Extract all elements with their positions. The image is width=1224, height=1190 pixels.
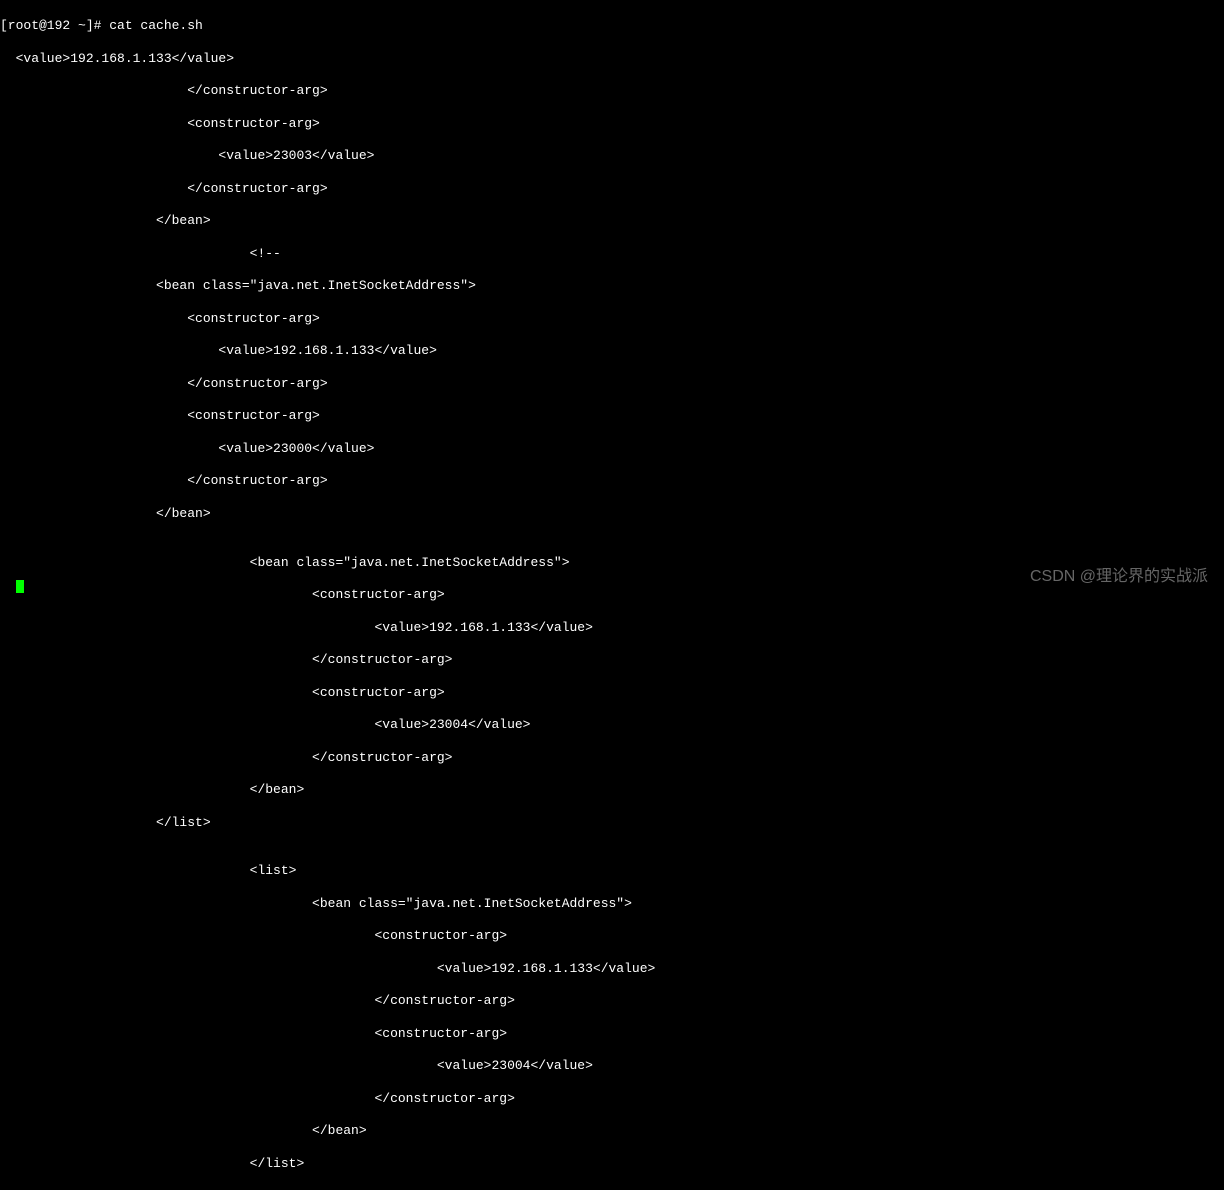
terminal-line: </bean> [0,213,1224,229]
terminal-line: <constructor-arg> [0,311,1224,327]
terminal-line: <constructor-arg> [0,116,1224,132]
terminal-line: <list> [0,863,1224,879]
terminal-line: <value>192.168.1.133</value> [0,343,1224,359]
terminal-output[interactable]: [root@192 ~]# cat cache.sh <value>192.16… [0,0,1224,1190]
terminal-line: </constructor-arg> [0,83,1224,99]
terminal-line: </bean> [0,1123,1224,1139]
terminal-line: <value>23004</value> [0,1058,1224,1074]
terminal-line: </constructor-arg> [0,181,1224,197]
terminal-line: </bean> [0,782,1224,798]
terminal-line: <bean class="java.net.InetSocketAddress"… [0,278,1224,294]
terminal-line: </constructor-arg> [0,473,1224,489]
terminal-line: <value>192.168.1.133</value> [0,51,1224,67]
terminal-line: </constructor-arg> [0,652,1224,668]
terminal-prompt-line: [root@192 ~]# cat cache.sh [0,18,1224,34]
terminal-line: <constructor-arg> [0,1026,1224,1042]
terminal-line: </constructor-arg> [0,750,1224,766]
terminal-line: </constructor-arg> [0,376,1224,392]
terminal-line: <!-- [0,246,1224,262]
terminal-line: <constructor-arg> [0,685,1224,701]
terminal-line: <value>192.168.1.133</value> [0,961,1224,977]
cursor-indicator [16,580,24,593]
terminal-line: </constructor-arg> [0,993,1224,1009]
terminal-line: <constructor-arg> [0,408,1224,424]
terminal-line: </list> [0,815,1224,831]
terminal-line: </constructor-arg> [0,1091,1224,1107]
terminal-line: <constructor-arg> [0,928,1224,944]
terminal-line: </bean> [0,506,1224,522]
terminal-line: <constructor-arg> [0,587,1224,603]
terminal-line: <value>23000</value> [0,441,1224,457]
terminal-line: </list> [0,1156,1224,1172]
watermark-text: CSDN @理论界的实战派 [1030,567,1208,587]
terminal-line: <value>23004</value> [0,717,1224,733]
terminal-line: <value>23003</value> [0,148,1224,164]
terminal-line: <value>192.168.1.133</value> [0,620,1224,636]
terminal-line: <bean class="java.net.InetSocketAddress"… [0,896,1224,912]
